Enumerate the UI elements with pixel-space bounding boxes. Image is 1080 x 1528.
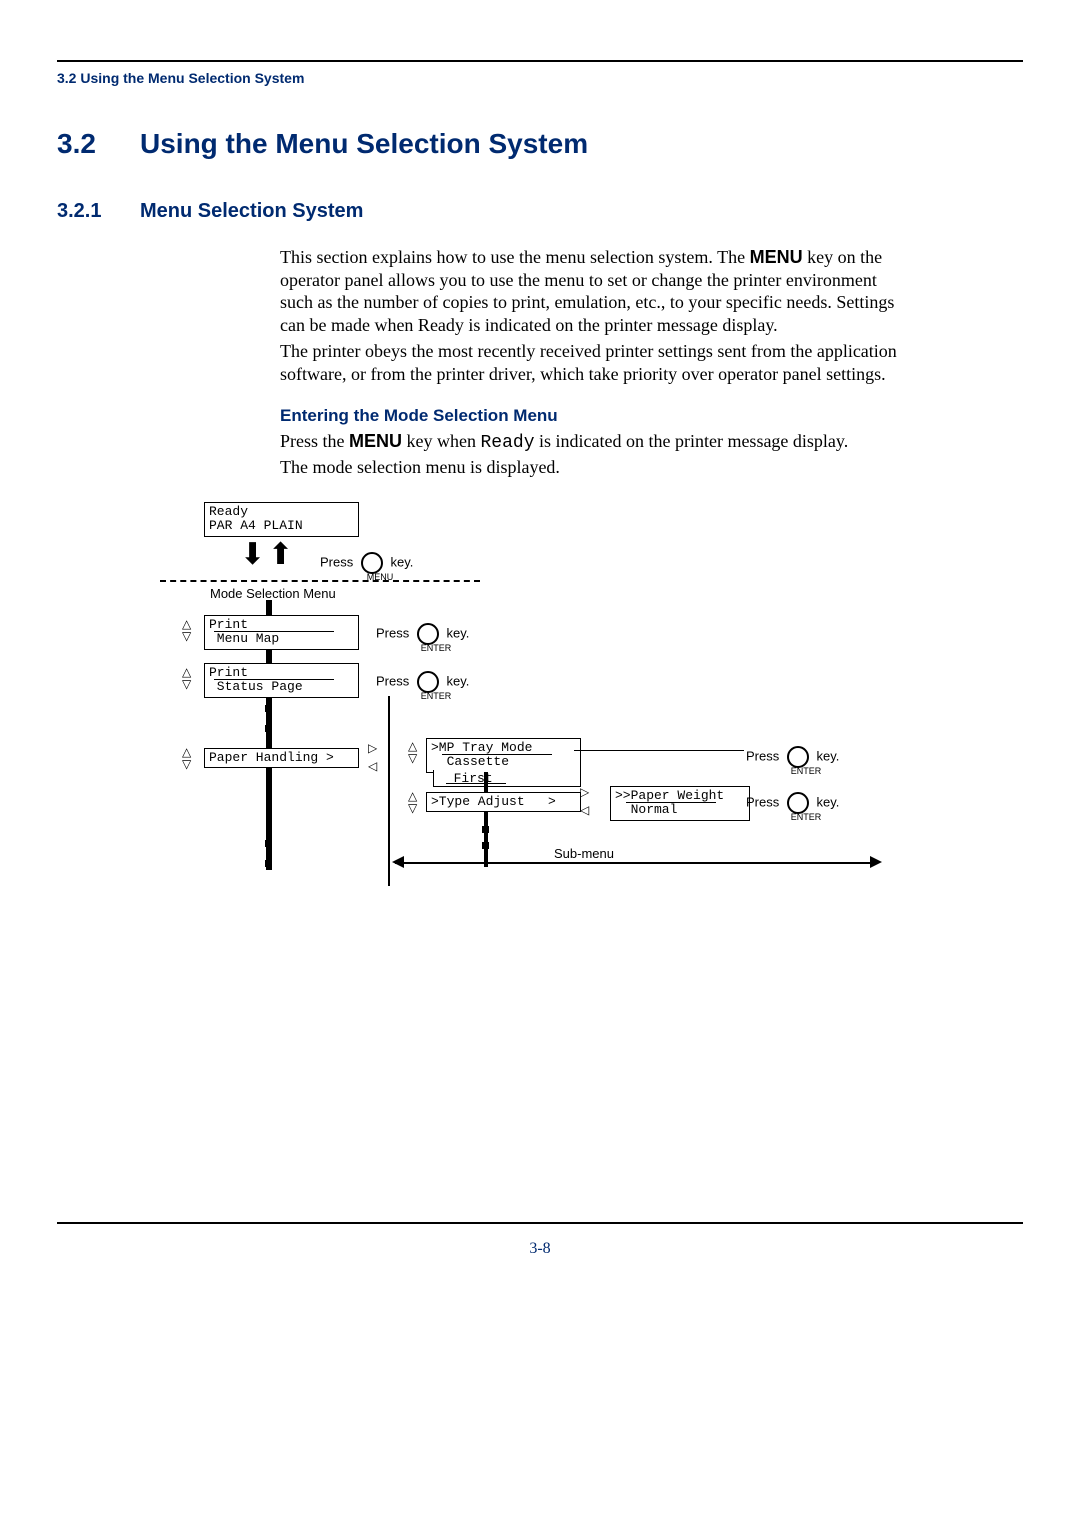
text: Press — [746, 748, 779, 763]
underline — [214, 631, 334, 632]
underline — [442, 754, 552, 755]
text: key. — [816, 748, 839, 763]
tri-left-icon: ◁ — [580, 804, 589, 816]
paragraph-3: Press the MENU key when Ready is indicat… — [280, 430, 900, 455]
ready-text: Ready — [480, 433, 534, 453]
underline — [446, 783, 506, 784]
rule-top — [57, 60, 1023, 62]
submenu-arrow-line — [395, 862, 875, 864]
lcd-first: First — [433, 770, 581, 787]
lcd-paper-weight: >>Paper Weight Normal — [610, 786, 750, 821]
subsection-number: 3.2.1 — [57, 200, 101, 223]
tri-right-icon: ▷ — [580, 786, 589, 798]
paragraph-2: The printer obeys the most recently rece… — [280, 340, 900, 385]
square-dot-icon — [265, 705, 272, 712]
text: Press — [320, 554, 353, 569]
text: key. — [446, 673, 469, 688]
paragraph-4: The mode selection menu is displayed. — [280, 456, 900, 479]
tri-left-icon: ◁ — [368, 760, 377, 772]
text: key. — [816, 794, 839, 809]
press-enter-4: Press key. ENTER — [746, 792, 839, 822]
text: Press the — [280, 431, 349, 451]
press-enter-1: Press key. ENTER — [376, 623, 469, 653]
circle-key-icon — [361, 552, 383, 574]
connector — [574, 750, 744, 751]
arrow-down-icon: ⬇ — [240, 540, 265, 570]
submenu-label: Sub-menu — [550, 846, 618, 861]
press-enter-2: Press key. ENTER — [376, 671, 469, 701]
lcd-paper-handling: Paper Handling > — [204, 748, 359, 768]
text: key. — [446, 625, 469, 640]
dashed-vert — [388, 696, 390, 886]
text: This section explains how to use the men… — [280, 247, 750, 267]
text: Press — [376, 625, 409, 640]
square-dot-icon — [482, 842, 489, 849]
square-dot-icon — [482, 826, 489, 833]
lcd-mp-tray: >MP Tray Mode Cassette — [426, 738, 581, 773]
text: key when — [402, 431, 480, 451]
enter-label: ENTER — [786, 812, 826, 822]
square-dot-icon — [265, 840, 272, 847]
rule-bottom — [57, 1222, 1023, 1224]
enter-label: ENTER — [416, 691, 456, 701]
arrow-right-icon — [870, 856, 882, 868]
dashed-divider — [160, 580, 480, 582]
circle-key-icon — [417, 623, 439, 645]
square-dot-icon — [265, 860, 272, 867]
mode-selection-label: Mode Selection Menu — [210, 586, 336, 601]
lcd-ready: Ready PAR A4 PLAIN — [204, 502, 359, 537]
paragraph-1: This section explains how to use the men… — [280, 246, 900, 336]
page: 3.2 Using the Menu Selection System 3.2 … — [0, 0, 1080, 1528]
text: Press — [746, 794, 779, 809]
lcd-type-adjust: >Type Adjust > — [426, 792, 581, 812]
tri-down-icon: ▽ — [408, 752, 417, 764]
circle-key-icon — [417, 671, 439, 693]
menu-diagram: Ready PAR A4 PLAIN ⬇ ⬆ Press key. MENU M… — [170, 500, 890, 920]
section-number: 3.2 — [57, 128, 96, 160]
arrow-left-icon — [392, 856, 404, 868]
tri-down-icon: ▽ — [182, 678, 191, 690]
tri-down-icon: ▽ — [408, 802, 417, 814]
section-title: Using the Menu Selection System — [140, 128, 588, 160]
press-menu-key: Press key. MENU — [320, 552, 413, 582]
text: is indicated on the printer message disp… — [535, 431, 849, 451]
circle-key-icon — [787, 792, 809, 814]
circle-key-icon — [787, 746, 809, 768]
page-number: 3-8 — [0, 1240, 1080, 1258]
lcd-print-menu-map: Print Menu Map — [204, 615, 359, 650]
press-enter-3: Press key. ENTER — [746, 746, 839, 776]
arrow-up-icon: ⬆ — [268, 540, 293, 570]
enter-label: ENTER — [416, 643, 456, 653]
sub-stem — [484, 772, 488, 867]
menu-key-text: MENU — [750, 247, 803, 267]
subheading: Entering the Mode Selection Menu — [280, 406, 558, 426]
tri-right-icon: ▷ — [368, 742, 377, 754]
lcd-print-status: Print Status Page — [204, 663, 359, 698]
tri-down-icon: ▽ — [182, 630, 191, 642]
underline — [214, 679, 334, 680]
running-header: 3.2 Using the Menu Selection System — [57, 70, 304, 86]
tri-down-icon: ▽ — [182, 758, 191, 770]
underline — [626, 802, 716, 803]
text: key. — [390, 554, 413, 569]
menu-key-text: MENU — [349, 431, 402, 451]
subsection-title: Menu Selection System — [140, 200, 363, 223]
text: Press — [376, 673, 409, 688]
square-dot-icon — [265, 725, 272, 732]
enter-label: ENTER — [786, 766, 826, 776]
